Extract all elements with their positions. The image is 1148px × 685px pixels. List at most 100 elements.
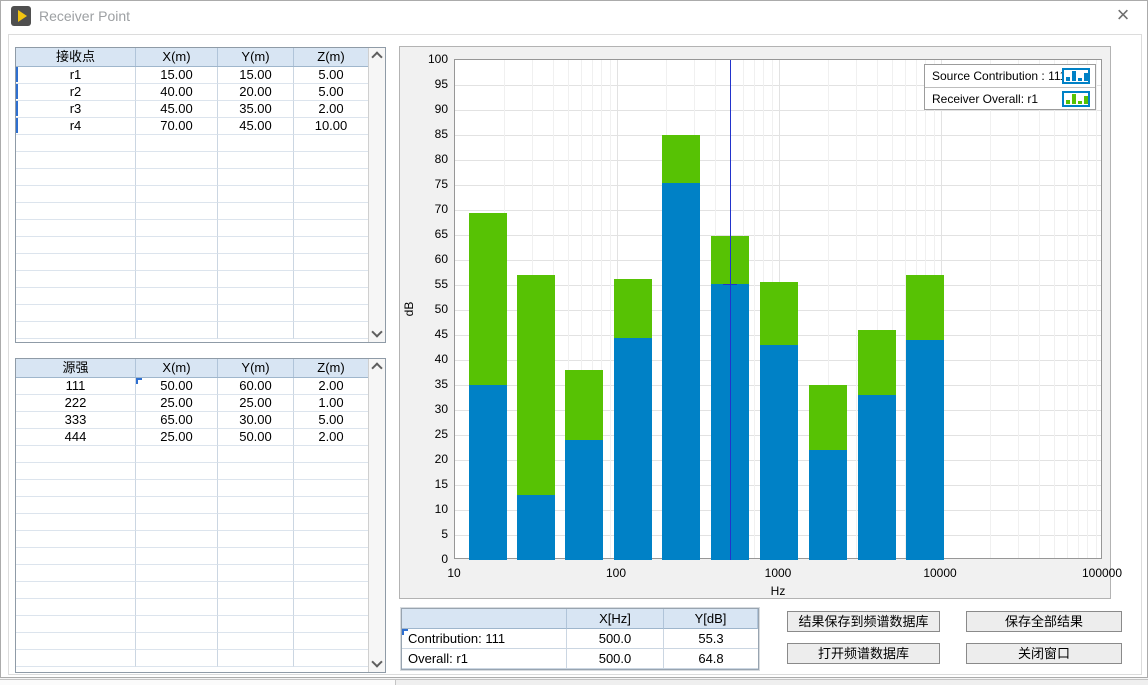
table-cell[interactable] (16, 565, 136, 582)
table-cell[interactable] (218, 169, 294, 186)
cursor-line[interactable] (730, 60, 731, 560)
table-cell[interactable] (294, 548, 368, 565)
table-cell[interactable] (294, 135, 368, 152)
table-cell[interactable] (136, 599, 218, 616)
table-cell[interactable]: 500.0 (567, 629, 664, 649)
table-cell[interactable] (16, 135, 136, 152)
table-cell[interactable] (136, 169, 218, 186)
table-cell[interactable] (136, 237, 218, 254)
scroll-down-icon[interactable] (369, 326, 385, 342)
table-cell[interactable] (136, 135, 218, 152)
table-cell[interactable] (294, 633, 368, 650)
table-cell[interactable] (16, 254, 136, 271)
scroll-up-icon[interactable] (369, 48, 385, 64)
table-cell[interactable]: 2.00 (294, 378, 368, 395)
table-cell[interactable]: 15.00 (218, 67, 294, 84)
table-cell[interactable] (218, 305, 294, 322)
table-cell[interactable] (218, 616, 294, 633)
table-cell[interactable] (136, 220, 218, 237)
table-cell[interactable]: 2.00 (294, 429, 368, 446)
table-cell[interactable] (218, 152, 294, 169)
table-cell[interactable] (218, 288, 294, 305)
table-cell[interactable] (136, 480, 218, 497)
table-cell[interactable] (218, 254, 294, 271)
table-cell[interactable] (16, 650, 136, 667)
table-cell[interactable]: 45.00 (218, 118, 294, 135)
table-cell[interactable] (294, 463, 368, 480)
table-cell[interactable]: 50.00 (136, 378, 218, 395)
table-cell[interactable] (16, 633, 136, 650)
save-all-results-button[interactable]: 保存全部结果 (966, 611, 1122, 632)
table-cell[interactable]: 20.00 (218, 84, 294, 101)
table-cell[interactable] (136, 254, 218, 271)
table-cell[interactable] (16, 514, 136, 531)
plot-area[interactable] (454, 59, 1102, 559)
table-cell[interactable] (218, 650, 294, 667)
table-cell[interactable] (16, 237, 136, 254)
table-cell[interactable] (16, 152, 136, 169)
table-cell[interactable]: 5.00 (294, 67, 368, 84)
table-cell[interactable]: 2.00 (294, 101, 368, 118)
table-cell[interactable]: 1.00 (294, 395, 368, 412)
table-cell[interactable] (294, 582, 368, 599)
table-cell[interactable] (136, 288, 218, 305)
table-cell[interactable] (218, 203, 294, 220)
table-cell[interactable] (16, 288, 136, 305)
table-cell[interactable] (16, 497, 136, 514)
table-cell[interactable] (218, 599, 294, 616)
table-cell[interactable] (218, 633, 294, 650)
table-cell[interactable] (218, 497, 294, 514)
close-icon[interactable]: × (1109, 2, 1137, 30)
table-cell[interactable]: 5.00 (294, 84, 368, 101)
table-cell[interactable] (16, 480, 136, 497)
table-cell[interactable]: 40.00 (136, 84, 218, 101)
table-cell[interactable]: r2 (16, 84, 136, 101)
legend-item-overall[interactable]: Receiver Overall: r1 (925, 87, 1095, 109)
table-cell[interactable] (16, 203, 136, 220)
table-cell[interactable] (16, 582, 136, 599)
table-cell[interactable]: 55.3 (664, 629, 758, 649)
table-cell[interactable] (136, 322, 218, 339)
table-cell[interactable] (218, 548, 294, 565)
table-cell[interactable] (16, 220, 136, 237)
table-cell[interactable]: 5.00 (294, 412, 368, 429)
save-results-to-spectrum-db-button[interactable]: 结果保存到频谱数据库 (787, 611, 940, 632)
table-cell[interactable] (218, 531, 294, 548)
table-cell[interactable] (294, 650, 368, 667)
table-cell[interactable] (136, 446, 218, 463)
table-cell[interactable] (294, 152, 368, 169)
table-cell[interactable]: 25.00 (218, 395, 294, 412)
table-cell[interactable] (294, 203, 368, 220)
table-cell[interactable]: 10.00 (294, 118, 368, 135)
table-cell[interactable]: 60.00 (218, 378, 294, 395)
table-cell[interactable]: 25.00 (136, 395, 218, 412)
table-cell[interactable]: 111 (16, 378, 136, 395)
table-cell[interactable] (294, 169, 368, 186)
table-cell[interactable] (218, 322, 294, 339)
table-cell[interactable] (294, 322, 368, 339)
table-cell[interactable] (136, 565, 218, 582)
table-cell[interactable] (136, 548, 218, 565)
table-cell[interactable]: 64.8 (664, 649, 758, 669)
table-cell[interactable] (294, 254, 368, 271)
table-cell[interactable] (16, 169, 136, 186)
table-cell[interactable] (218, 446, 294, 463)
table-cell[interactable] (218, 463, 294, 480)
table-cell[interactable]: 333 (16, 412, 136, 429)
table-cell[interactable] (218, 271, 294, 288)
table-cell[interactable]: 500.0 (567, 649, 664, 669)
table-cell[interactable] (294, 514, 368, 531)
table-cell[interactable]: 30.00 (218, 412, 294, 429)
table-cell[interactable] (218, 514, 294, 531)
table-cell[interactable]: 70.00 (136, 118, 218, 135)
table-cell[interactable] (218, 480, 294, 497)
table-cell[interactable] (136, 305, 218, 322)
table-cell[interactable] (16, 616, 136, 633)
table-cell[interactable]: 15.00 (136, 67, 218, 84)
cursor-crosshair[interactable] (723, 284, 737, 285)
open-spectrum-db-button[interactable]: 打开频谱数据库 (787, 643, 940, 664)
table-cell[interactable] (136, 152, 218, 169)
table-cell[interactable] (294, 220, 368, 237)
legend-plot-glyph-icon[interactable] (1062, 68, 1090, 84)
table-cell[interactable] (136, 271, 218, 288)
